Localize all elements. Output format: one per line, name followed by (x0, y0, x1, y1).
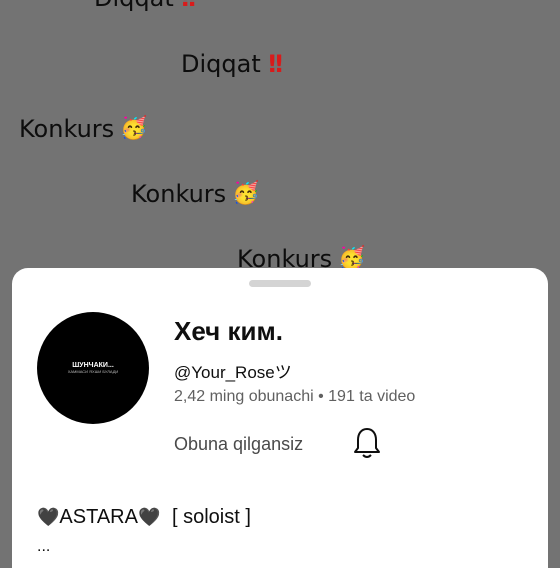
bg-line-diqqat-1: Diqqat !! (94, 0, 198, 12)
channel-handle: @Your_Roseツ (174, 363, 292, 382)
channel-bottom-sheet: ШУНЧАКИ... ХАММАСИ ЯХШИ БУЛАДИ Хеч ким. … (12, 268, 548, 568)
subscribed-button[interactable]: Obuna qilgansiz (174, 434, 303, 455)
party-face-icon: 🥳 (338, 246, 366, 271)
description-name: ASTARA (59, 506, 138, 528)
avatar-subtext: ХАММАСИ ЯХШИ БУЛАДИ (67, 369, 119, 374)
drag-handle[interactable] (249, 280, 311, 287)
bg-line-diqqat-2: Diqqat !! (181, 50, 285, 78)
black-heart-icon: 🖤 (37, 507, 60, 527)
party-face-icon: 🥳 (232, 181, 260, 206)
double-exclamation-icon: !! (266, 50, 285, 78)
bg-line-konkurs-1: Konkurs 🥳 (19, 115, 148, 143)
channel-avatar[interactable]: ШУНЧАКИ... ХАММАСИ ЯХШИ БУЛАДИ (37, 312, 149, 424)
black-heart-icon: 🖤 (137, 507, 161, 527)
bell-icon[interactable] (352, 426, 382, 460)
channel-stats: 2,42 ming obunachi • 191 ta video (174, 388, 416, 405)
avatar-text: ШУНЧАКИ... (72, 362, 114, 369)
bg-line-konkurs-2: Konkurs 🥳 (131, 180, 260, 208)
bg-text: Diqqat (181, 50, 261, 78)
bg-text: Diqqat (94, 0, 174, 12)
double-exclamation-icon: !! (180, 0, 198, 12)
party-face-icon: 🥳 (120, 116, 148, 141)
description-tag: [ soloist ] (171, 506, 251, 528)
channel-name: Хеч ким. (174, 316, 283, 346)
bg-text: Konkurs (19, 115, 115, 143)
bg-text: Konkurs (131, 180, 227, 208)
channel-description: 🖤ASTARA🖤 [ soloist ] (37, 506, 251, 529)
description-more[interactable]: ... (37, 538, 50, 556)
